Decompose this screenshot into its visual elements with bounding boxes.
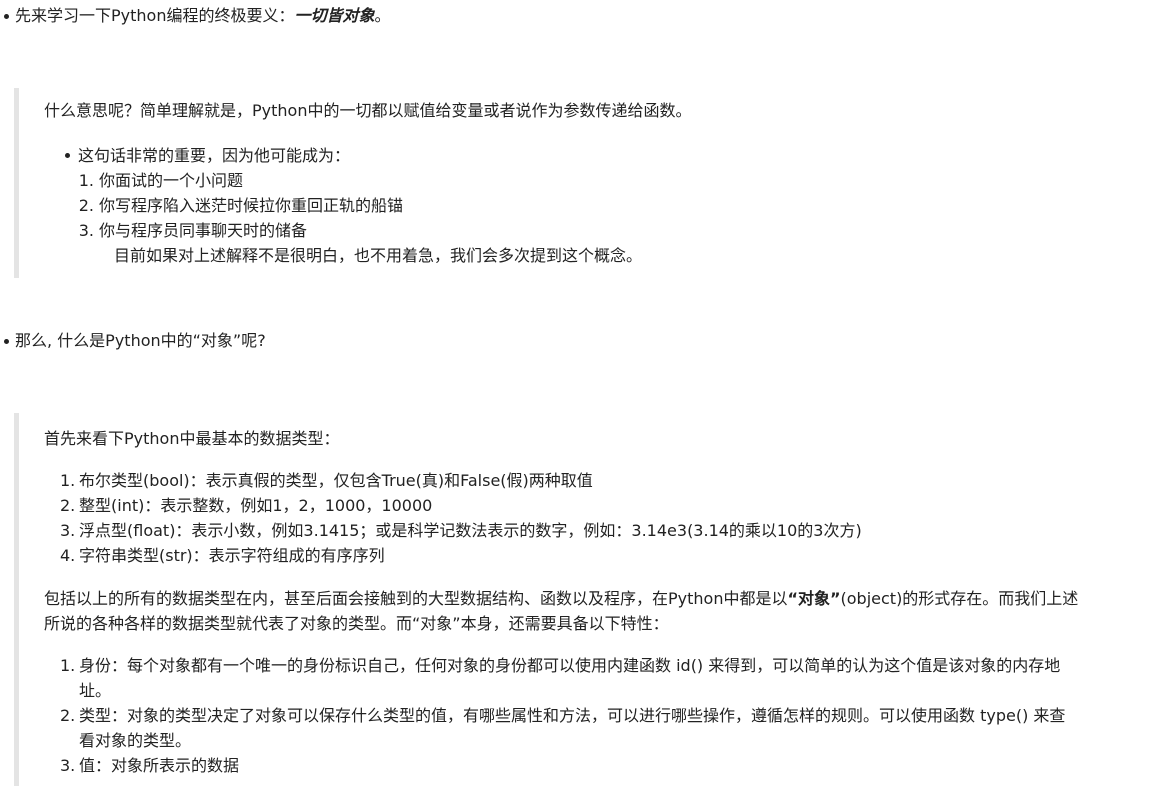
bullet-dot (4, 339, 9, 344)
item-text: 你面试的一个小问题 (99, 171, 244, 190)
item-number: 1. (60, 471, 76, 490)
item-number: 2. (78, 196, 94, 215)
quote2-paragraph-2: 包括以上的所有的数据类型在内，甚至后面会接触到的大型数据结构、函数以及程序，在P… (44, 586, 1157, 611)
item-text: 身份：每个对象都有一个唯一的身份标识自己，任何对象的身份都可以使用内建函数 id… (79, 656, 1061, 675)
item-text: 值：对象所表示的数据 (79, 756, 240, 775)
item-number: 3. (60, 756, 76, 775)
item-text: 你写程序陷入迷茫时候拉你重回正轨的船锚 (99, 196, 404, 215)
bullet-dot (4, 14, 9, 19)
bullet-dot (65, 153, 70, 158)
intro-text-wrap: 先来学习一下Python编程的终极要义：一切皆对象。 (15, 4, 391, 28)
trait-item-2-cont: 看对象的类型。 (79, 731, 192, 750)
quote2-paragraph-2-line2: 所说的各种各样的数据类型就代表了对象的类型。而“对象”本身，还需要具备以下特性： (44, 614, 669, 633)
item-text: 浮点型(float)：表示小数，例如3.1415；或是科学记数法表示的数字，例如… (79, 521, 862, 540)
quote1-bullet-text: 这句话非常的重要，因为他可能成为： (78, 146, 351, 165)
intro-emphasis: 一切皆对象 (294, 6, 375, 25)
intro-text: 先来学习一下Python编程的终极要义： (15, 6, 295, 25)
para2-part-b: (object)的形式存在。而我们上述 (840, 589, 1079, 608)
item-text: 你与程序员同事聊天时的储备 (99, 221, 308, 240)
quote1-paragraph: 什么意思呢？简单理解就是，Python中的一切都以赋值给变量或者说作为参数传递给… (44, 101, 692, 120)
item-number: 2. (60, 706, 76, 725)
item-number: 3. (60, 521, 76, 540)
item-text: 字符串类型(str)：表示字符组成的有序序列 (79, 546, 385, 565)
item-number: 1. (60, 656, 76, 675)
intro-tail: 。 (374, 6, 391, 25)
item-text: 类型：对象的类型决定了对象可以保存什么类型的值，有哪些属性和方法，可以进行哪些操… (79, 706, 1066, 725)
item-number: 1. (78, 171, 94, 190)
para2-part-a: 包括以上的所有的数据类型在内，甚至后面会接触到的大型数据结构、函数以及程序，在P… (44, 589, 788, 608)
item-text: 布尔类型(bool)：表示真假的类型，仅包含True(真)和False(假)两种… (79, 471, 593, 490)
item-number: 3. (78, 221, 94, 240)
item-text: 整型(int)：表示整数，例如1，2，1000，10000 (79, 496, 433, 515)
quote1-note: 目前如果对上述解释不是很明白，也不用着急，我们会多次提到这个概念。 (114, 246, 643, 265)
quote2-paragraph: 首先来看下Python中最基本的数据类型： (44, 429, 340, 448)
item-number: 4. (60, 546, 76, 565)
question-text: 那么, 什么是Python中的“对象”呢? (15, 331, 266, 350)
trait-item-1-cont: 址。 (79, 681, 112, 700)
para2-bold: “对象” (787, 589, 841, 608)
item-number: 2. (60, 496, 76, 515)
